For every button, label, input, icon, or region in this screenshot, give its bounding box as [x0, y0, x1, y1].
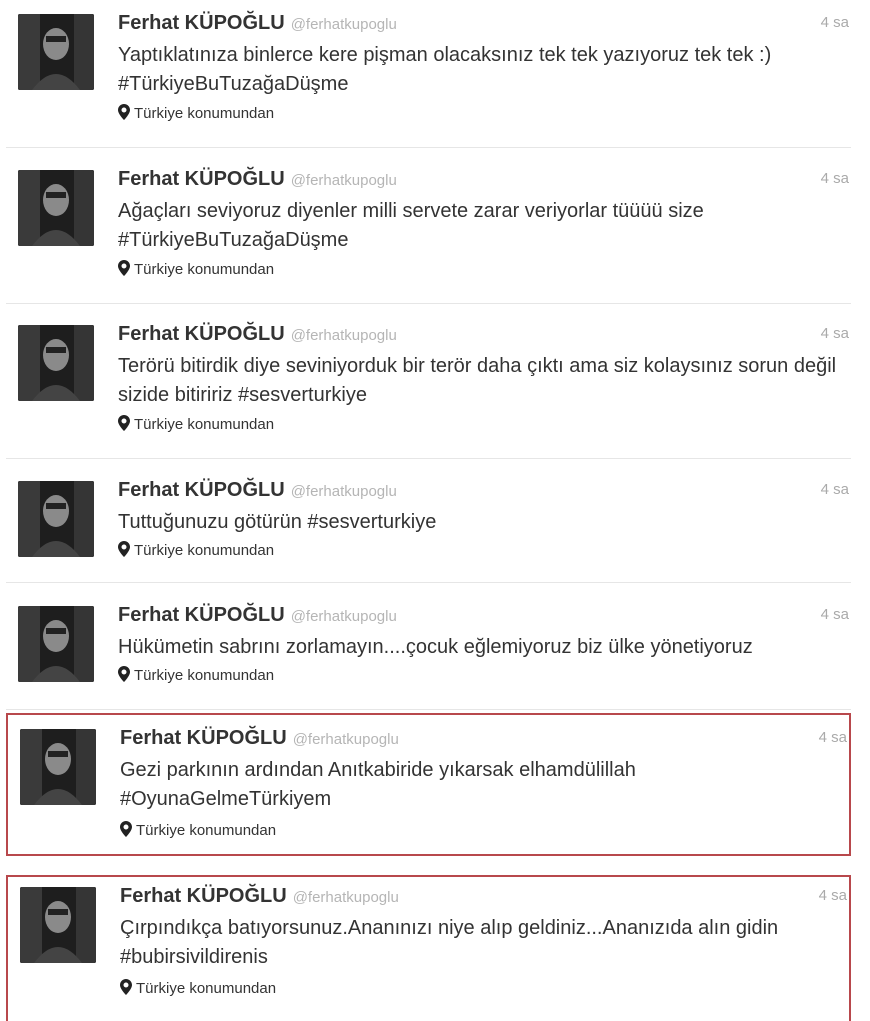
avatar[interactable] [18, 606, 94, 682]
tweet-location[interactable]: Türkiye konumundan [118, 260, 274, 278]
author-name[interactable]: Ferhat KÜPOĞLU [118, 479, 285, 501]
location-label: Türkiye konumundan [136, 822, 277, 839]
tweet-timestamp[interactable]: 4 sa [821, 14, 849, 31]
tweet-text: Yaptıklatınıza binlerce kere pişman olac… [118, 44, 772, 95]
author-handle[interactable]: @ferhatkupoglu [291, 483, 397, 500]
author-name[interactable]: Ferhat KÜPOĞLU [118, 168, 285, 190]
author-handle[interactable]: @ferhatkupoglu [293, 889, 399, 906]
tweet-item-highlighted[interactable]: Ferhat KÜPOĞLU @ferhatkupoglu 4 sa Çırpın… [6, 875, 851, 1021]
map-pin-icon [118, 541, 130, 557]
author-name[interactable]: Ferhat KÜPOĞLU [118, 604, 285, 626]
tweet-timestamp[interactable]: 4 sa [821, 325, 849, 342]
tweet-item[interactable]: Ferhat KÜPOĞLU @ferhatkupoglu 4 sa Hüküme… [6, 604, 851, 710]
avatar[interactable] [20, 887, 96, 963]
avatar[interactable] [18, 170, 94, 246]
tweet-item[interactable]: Ferhat KÜPOĞLU @ferhatkupoglu 4 sa Yaptık… [6, 12, 851, 148]
tweet-item-highlighted[interactable]: Ferhat KÜPOĞLU @ferhatkupoglu 4 sa Gezi p… [6, 713, 851, 856]
author-handle[interactable]: @ferhatkupoglu [291, 16, 397, 33]
author-handle[interactable]: @ferhatkupoglu [291, 172, 397, 189]
avatar[interactable] [18, 14, 94, 90]
tweet-author[interactable]: Ferhat KÜPOĞLU @ferhatkupoglu [118, 12, 397, 35]
author-handle[interactable]: @ferhatkupoglu [291, 327, 397, 344]
map-pin-icon [118, 415, 130, 431]
tweet-location[interactable]: Türkiye konumundan [118, 666, 274, 684]
map-pin-icon [120, 821, 132, 837]
tweet-text: Gezi parkının ardından Anıtkabiride yıka… [120, 759, 636, 810]
tweet-item[interactable]: Ferhat KÜPOĞLU @ferhatkupoglu 4 sa Tuttuğ… [6, 479, 851, 583]
location-label: Türkiye konumundan [134, 667, 275, 684]
author-name[interactable]: Ferhat KÜPOĞLU [118, 323, 285, 345]
tweet-timestamp[interactable]: 4 sa [821, 481, 849, 498]
tweet-location[interactable]: Türkiye konumundan [118, 104, 274, 122]
tweet-text: Terörü bitirdik diye seviniyorduk bir te… [118, 355, 837, 406]
author-name[interactable]: Ferhat KÜPOĞLU [120, 727, 287, 749]
tweet-text: Ağaçları seviyoruz diyenler milli servet… [118, 200, 704, 251]
location-label: Türkiye konumundan [134, 542, 275, 559]
tweet-timestamp[interactable]: 4 sa [821, 170, 849, 187]
tweet-item[interactable]: Ferhat KÜPOĞLU @ferhatkupoglu 4 sa Ağaçla… [6, 168, 851, 304]
location-label: Türkiye konumundan [134, 416, 275, 433]
author-name[interactable]: Ferhat KÜPOĞLU [120, 885, 287, 907]
tweet-author[interactable]: Ferhat KÜPOĞLU @ferhatkupoglu [118, 323, 397, 346]
tweet-text: Tuttuğunuzu götürün #sesverturkiye [118, 511, 437, 533]
map-pin-icon [118, 260, 130, 276]
author-name[interactable]: Ferhat KÜPOĞLU [118, 12, 285, 34]
avatar[interactable] [18, 481, 94, 557]
tweet-author[interactable]: Ferhat KÜPOĞLU @ferhatkupoglu [118, 604, 397, 627]
author-handle[interactable]: @ferhatkupoglu [293, 731, 399, 748]
location-label: Türkiye konumundan [134, 261, 275, 278]
tweet-location[interactable]: Türkiye konumundan [118, 415, 274, 433]
tweet-author[interactable]: Ferhat KÜPOĞLU @ferhatkupoglu [118, 479, 397, 502]
tweet-item[interactable]: Ferhat KÜPOĞLU @ferhatkupoglu 4 sa Terörü… [6, 323, 851, 459]
tweet-timeline: Ferhat KÜPOĞLU @ferhatkupoglu 4 sa Yaptık… [0, 0, 870, 1021]
map-pin-icon [118, 666, 130, 682]
tweet-author[interactable]: Ferhat KÜPOĞLU @ferhatkupoglu [120, 727, 399, 750]
map-pin-icon [120, 979, 132, 995]
tweet-timestamp[interactable]: 4 sa [819, 887, 847, 904]
tweet-location[interactable]: Türkiye konumundan [118, 541, 274, 559]
tweet-timestamp[interactable]: 4 sa [821, 606, 849, 623]
map-pin-icon [118, 104, 130, 120]
tweet-author[interactable]: Ferhat KÜPOĞLU @ferhatkupoglu [120, 885, 399, 908]
tweet-timestamp[interactable]: 4 sa [819, 729, 847, 746]
tweet-location[interactable]: Türkiye konumundan [120, 821, 276, 839]
author-handle[interactable]: @ferhatkupoglu [291, 608, 397, 625]
avatar[interactable] [18, 325, 94, 401]
avatar[interactable] [20, 729, 96, 805]
tweet-location[interactable]: Türkiye konumundan [120, 979, 276, 997]
tweet-text: Hükümetin sabrını zorlamayın....çocuk eğ… [118, 636, 753, 658]
location-label: Türkiye konumundan [134, 105, 275, 122]
tweet-author[interactable]: Ferhat KÜPOĞLU @ferhatkupoglu [118, 168, 397, 191]
tweet-text: Çırpındıkça batıyorsunuz.Ananınızı niye … [120, 917, 779, 968]
location-label: Türkiye konumundan [136, 980, 277, 997]
